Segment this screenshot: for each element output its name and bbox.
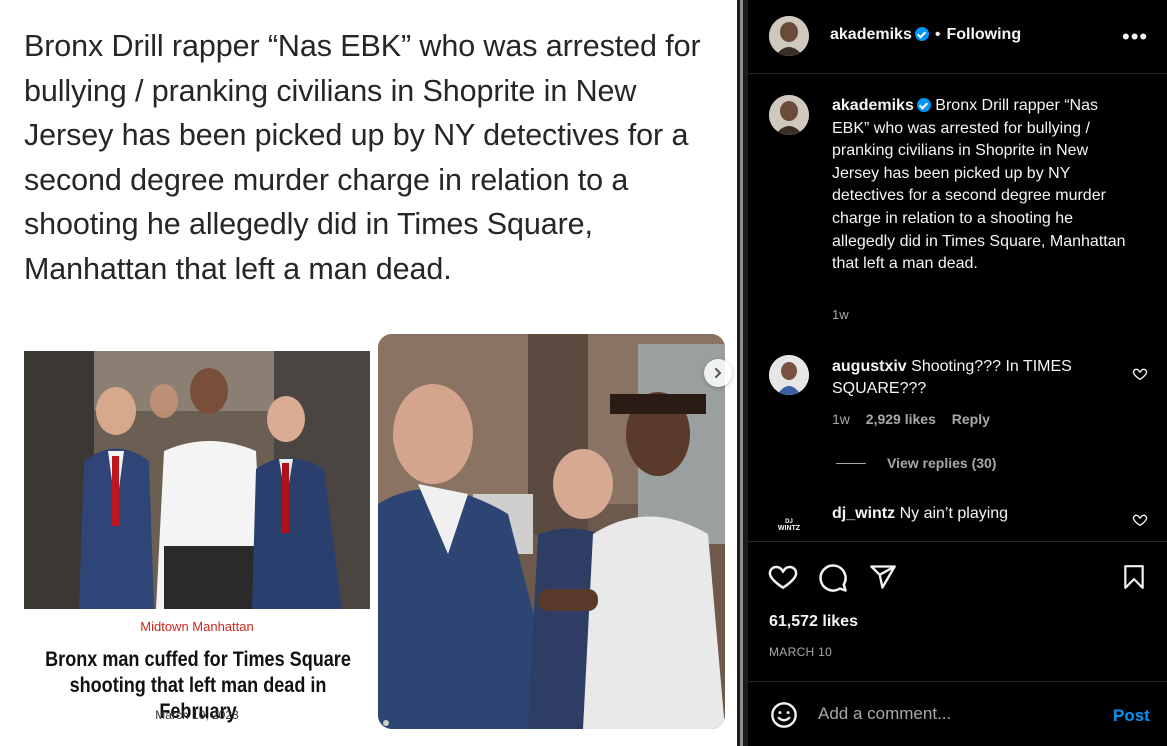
post-header: akademiks • Following ••• [748,0,1167,74]
news-card: Midtown Manhattan Bronx man cuffed for T… [24,345,370,731]
post-caption: akademiks Bronx Drill rapper “Nas EBK” w… [832,95,1132,276]
replies-line [836,463,866,464]
comment-item: dj_wintz Ny ain’t playing [832,503,1122,525]
chevron-right-icon [715,368,722,378]
action-bar [748,541,1167,592]
commenter-avatar[interactable] [769,355,809,395]
add-comment-bar: Post [748,681,1167,746]
comment-like-heart-icon[interactable] [1132,512,1148,528]
like-count[interactable]: 61,572 likes [769,613,858,631]
comment-username[interactable]: dj_wintz [832,505,895,522]
commenter-avatar[interactable]: DJ WINTZ [769,502,809,542]
header-username[interactable]: akademiks [830,26,912,43]
post-comment-button[interactable]: Post [1113,706,1150,726]
share-icon[interactable] [869,563,897,591]
comment-text: Ny ain’t playing [899,505,1009,522]
comment-likes[interactable]: 2,929 likes [866,411,936,427]
comment-username[interactable]: augustxiv [832,358,907,375]
post-date[interactable]: MARCH 10 [769,645,832,659]
media-headline: Bronx Drill rapper “Nas EBK” who was arr… [24,29,701,286]
more-options-icon[interactable]: ••• [1122,24,1148,50]
like-heart-icon[interactable] [768,562,798,592]
post-side-panel: akademiks • Following ••• akademiks Bronx … [748,0,1167,746]
header-username-row: akademiks • Following [830,26,1021,44]
comment-icon[interactable] [818,563,848,593]
news-photo [24,351,370,609]
card-section-label: Midtown Manhattan [140,619,254,634]
carousel-indicator [383,720,389,726]
view-replies-button[interactable]: View replies (30) [887,455,996,471]
comment-item: augustxiv Shooting??? In TIMES SQUARE??? [832,356,1122,400]
carousel-next-button[interactable] [704,359,732,387]
caption-username[interactable]: akademiks [832,97,914,114]
verified-badge-icon [916,98,931,112]
scrollbar[interactable] [740,0,743,746]
comment-like-heart-icon[interactable] [1132,366,1148,382]
verified-badge-icon [914,27,929,41]
author-avatar[interactable] [769,16,809,56]
post-media: Bronx Drill rapper “Nas EBK” who was arr… [0,0,737,746]
comment-input[interactable] [818,704,1098,724]
caption-text: Bronx Drill rapper “Nas EBK” who was arr… [832,97,1126,273]
caption-avatar[interactable] [769,95,809,135]
following-button[interactable]: Following [946,26,1021,43]
svg-text:WINTZ: WINTZ [778,525,801,532]
card-date: March 10, 2023 [155,708,239,722]
separator-dot: • [934,26,941,43]
save-bookmark-icon[interactable] [1121,563,1147,591]
comment-meta: 1w 2,929 likes Reply [832,411,990,427]
reply-button[interactable]: Reply [952,411,990,427]
caption-timestamp[interactable]: 1w [832,307,849,322]
emoji-icon[interactable] [770,701,798,729]
comment-time[interactable]: 1w [832,411,850,427]
arrest-photo [378,334,725,729]
